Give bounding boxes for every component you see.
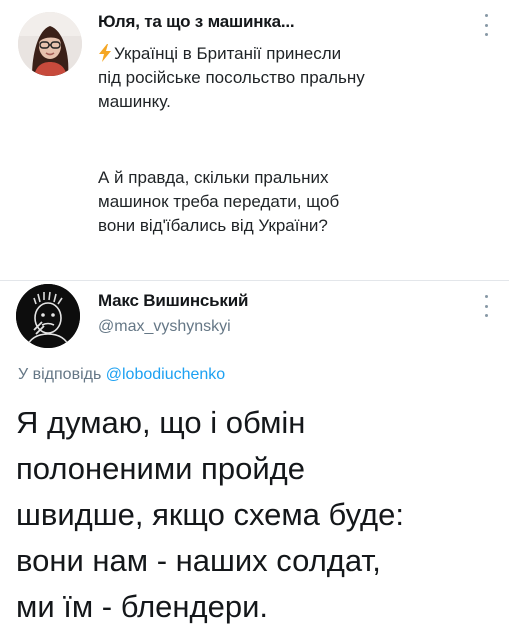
tweet-line: машинок треба передати, щоб bbox=[98, 192, 340, 211]
more-vertical-icon[interactable] bbox=[483, 295, 489, 317]
tweet-line: під російське посольство пральну bbox=[98, 68, 365, 87]
lightning-icon bbox=[99, 44, 111, 62]
tweet-line: А й правда, скільки пральних bbox=[98, 168, 329, 187]
author-name[interactable]: Макс Вишинський bbox=[98, 291, 248, 311]
reply-mention-link[interactable]: @lobodiuchenko bbox=[106, 366, 225, 383]
author-handle[interactable]: @max_vyshynskyi bbox=[98, 318, 231, 336]
tweet-line: Українці в Британії принесли bbox=[98, 42, 498, 66]
author-name[interactable]: Юля, та що з машинка... bbox=[98, 12, 295, 32]
quoted-tweet[interactable]: Юля, та що з машинка... Українці в Брита… bbox=[0, 0, 509, 281]
avatar-image bbox=[18, 12, 82, 76]
avatar-image bbox=[16, 284, 80, 348]
tweet-text: Українці в Британії принесли під російсь… bbox=[98, 42, 498, 114]
reply-line: ми їм - блендери. bbox=[16, 589, 269, 624]
tweet-text-paragraph-2: А й правда, скільки пральних машинок тре… bbox=[98, 166, 498, 238]
tweet-line: машинку. bbox=[98, 92, 171, 111]
reply-text: Я думаю, що і обмін полоненими пройде шв… bbox=[16, 400, 496, 630]
reply-prefix: У відповідь bbox=[18, 366, 102, 383]
avatar[interactable] bbox=[16, 284, 80, 348]
tweet-line: вони від'їбались від України? bbox=[98, 216, 328, 235]
reply-context: У відповідь @lobodiuchenko bbox=[18, 366, 225, 384]
tweet-line-text: Українці в Британії принесли bbox=[114, 44, 342, 63]
avatar[interactable] bbox=[18, 12, 82, 76]
more-vertical-icon[interactable] bbox=[483, 14, 489, 36]
reply-line: швидше, якщо схема буде: bbox=[16, 497, 404, 532]
reply-line: полоненими пройде bbox=[16, 451, 305, 486]
reply-line: Я думаю, що і обмін bbox=[16, 405, 306, 440]
reply-line: вони нам - наших солдат, bbox=[16, 543, 381, 578]
